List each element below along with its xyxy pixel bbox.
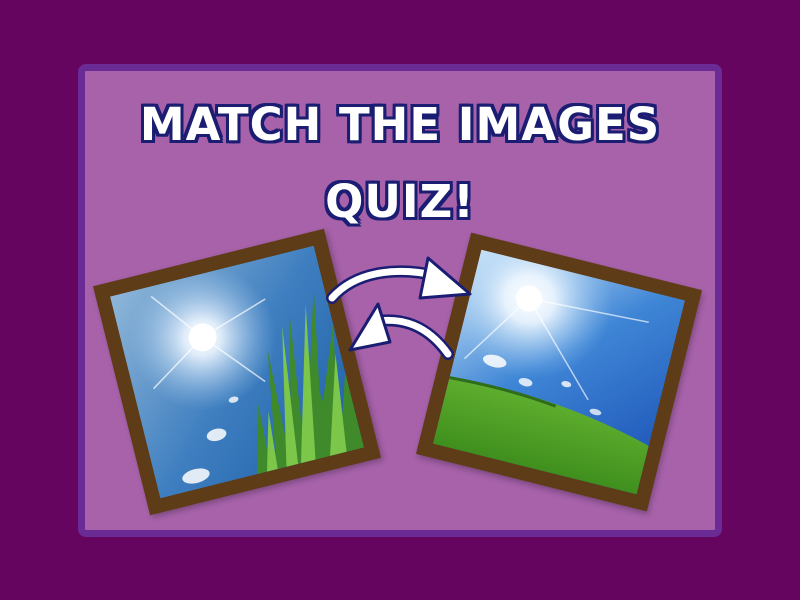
quiz-subtitle: QUIZ! (325, 175, 475, 228)
arrow-left-icon (348, 302, 454, 360)
swap-arrows-icon (326, 256, 472, 360)
quiz-title: MATCH THE IMAGES (139, 98, 661, 151)
arrow-right-icon (326, 256, 472, 304)
